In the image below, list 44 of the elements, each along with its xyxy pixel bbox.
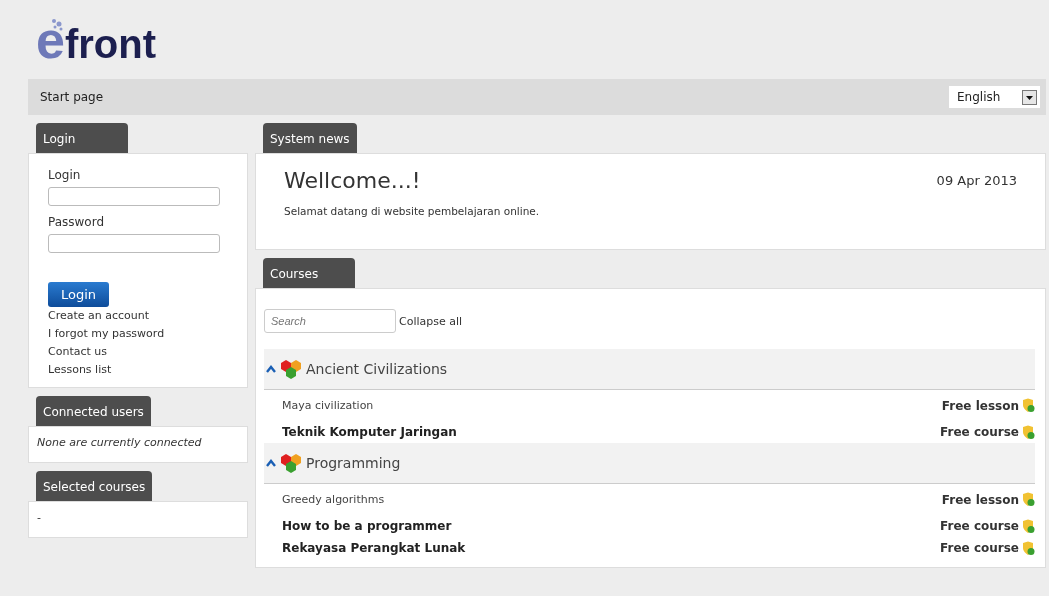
price-label: Free course — [940, 519, 1019, 533]
course-name[interactable]: Teknik Komputer Jaringan — [282, 425, 941, 439]
chevron-up-icon[interactable] — [266, 459, 276, 467]
link[interactable]: Create an account — [48, 307, 150, 325]
shield-plus-icon — [1022, 518, 1035, 534]
cubes-icon — [279, 452, 303, 474]
status-text: None are currently connected — [37, 436, 202, 449]
category-name: Ancient Civilizations — [306, 361, 448, 377]
news-body: Selamat datang di website pembelajaran online. — [284, 205, 541, 217]
search-field[interactable]: Search — [264, 309, 396, 333]
category-header[interactable]: Ancient Civilizations — [264, 349, 1035, 390]
category-header[interactable]: Programming — [264, 443, 1035, 484]
dropdown-icon — [1022, 89, 1037, 105]
course-name[interactable]: How to be a programmer — [282, 519, 941, 533]
link[interactable]: Contact us — [48, 343, 107, 361]
cubes-icon — [279, 358, 303, 380]
logo: efront — [36, 12, 156, 68]
language-select[interactable]: English — [949, 86, 1040, 108]
login-button[interactable]: Login — [48, 282, 110, 307]
shield-plus-icon — [1022, 540, 1035, 556]
empty-text: - — [37, 511, 41, 524]
price-label: Free lesson — [941, 398, 1019, 413]
category-name: Programming — [306, 455, 401, 471]
bubbles-icon — [50, 18, 64, 32]
news-title: Wellcome...! — [284, 168, 421, 193]
collapse-all-link[interactable]: Collapse all — [399, 314, 463, 328]
lesson-name[interactable]: Greedy algorithms — [282, 493, 942, 506]
price-label: Free course — [940, 425, 1019, 439]
field-label: Password — [48, 215, 105, 229]
price-label: Free course — [940, 541, 1019, 555]
field-label: Login — [48, 168, 81, 182]
price-label: Free lesson — [941, 492, 1019, 507]
link[interactable]: I forgot my password — [48, 325, 165, 343]
link[interactable]: Lessons list — [48, 361, 112, 379]
lesson-name[interactable]: Maya civilization — [282, 399, 942, 412]
password-field[interactable] — [48, 234, 220, 253]
shield-plus-icon — [1022, 492, 1035, 507]
shield-plus-icon — [1022, 424, 1035, 440]
chevron-up-icon[interactable] — [266, 365, 276, 373]
login-field[interactable] — [48, 187, 220, 206]
news-date: 09 Apr 2013 — [936, 173, 1017, 188]
course-name[interactable]: Rekayasa Perangkat Lunak — [282, 541, 941, 555]
shield-plus-icon — [1022, 398, 1035, 413]
page-title: Start page — [40, 90, 104, 104]
